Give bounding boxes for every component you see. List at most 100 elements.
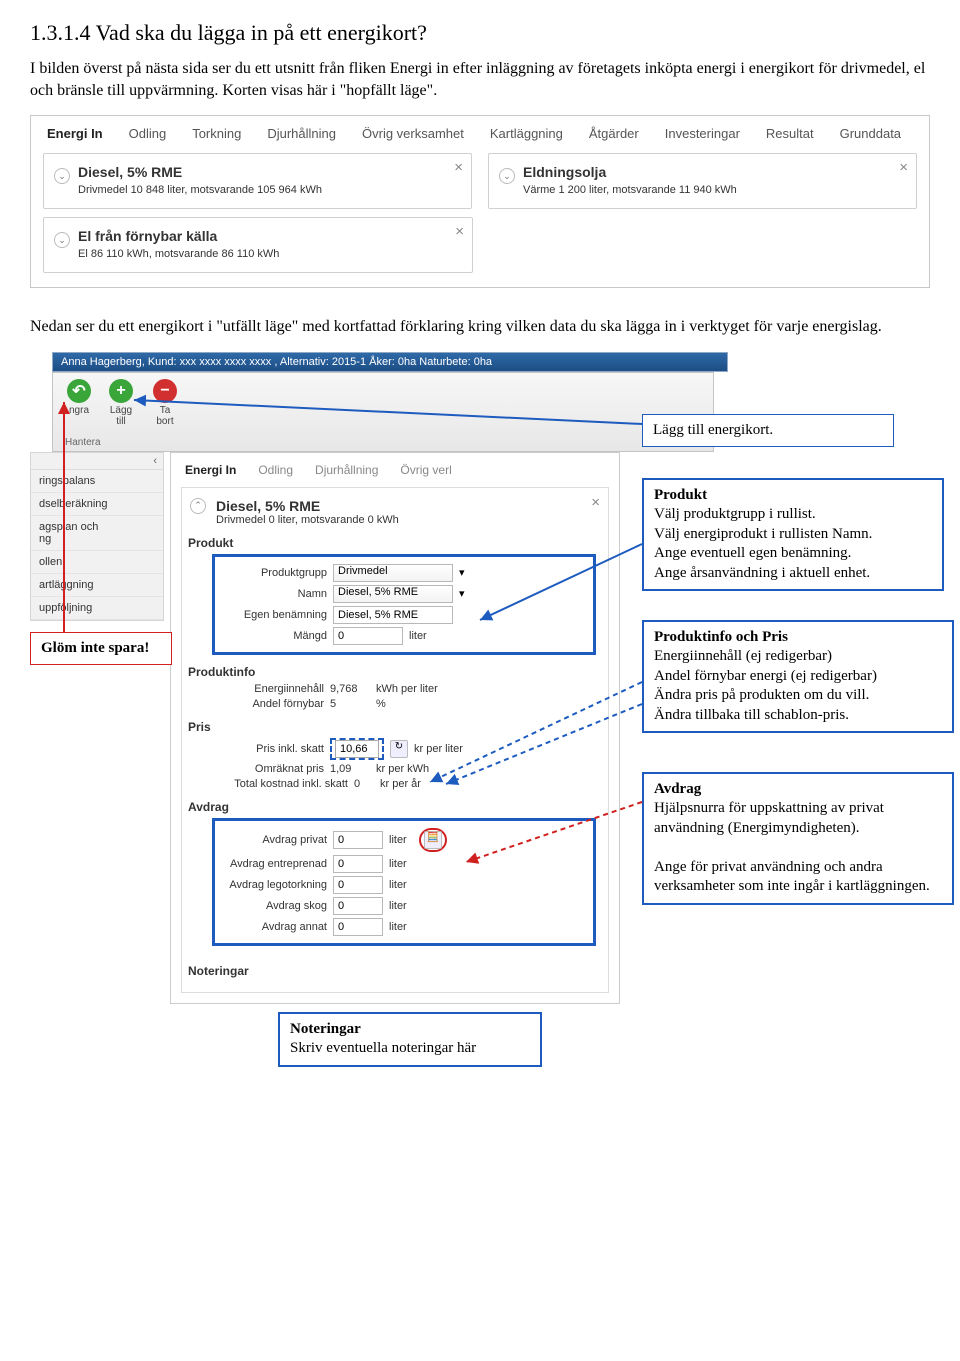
tab-torkning[interactable]: Torkning bbox=[192, 126, 241, 141]
omraknat-unit: kr per kWh bbox=[376, 763, 429, 775]
close-icon[interactable]: × bbox=[455, 224, 464, 239]
energiinnehall-unit: kWh per liter bbox=[376, 683, 438, 695]
callout-avdrag: Avdrag Hjälpsnurra för uppskattning av p… bbox=[642, 772, 954, 905]
tab-energi-in[interactable]: Energi In bbox=[185, 463, 236, 477]
sidebar-item[interactable]: dselberäkning bbox=[31, 493, 163, 516]
card-el-fornybar[interactable]: ⌄ × El från förnybar källa El 86 110 kWh… bbox=[43, 217, 473, 273]
chevron-down-icon[interactable]: ⌄ bbox=[54, 232, 70, 248]
close-icon[interactable]: × bbox=[899, 160, 908, 175]
section-produktinfo: Produktinfo bbox=[188, 665, 596, 679]
card-title: El från förnybar källa bbox=[78, 228, 458, 244]
tab-djurhallning[interactable]: Djurhållning bbox=[315, 463, 378, 477]
chevron-down-icon[interactable]: ⌄ bbox=[54, 168, 70, 184]
label-pris: Pris inkl. skatt bbox=[216, 743, 324, 755]
tab-resultat[interactable]: Resultat bbox=[766, 126, 814, 141]
form-card-subtitle: Drivmedel 0 liter, motsvarande 0 kWh bbox=[216, 514, 596, 526]
undo-icon: ↶ bbox=[67, 379, 91, 403]
callout-body: Hjälpsnurra för uppskattning av privat a… bbox=[654, 799, 942, 897]
avdrag-group-highlight: Avdrag privatliter 🧮 Avdrag entreprenadl… bbox=[212, 818, 596, 946]
add-button[interactable]: + Lägg till bbox=[101, 379, 141, 427]
sidebar-item[interactable]: ollen bbox=[31, 551, 163, 574]
remove-label: Ta bort bbox=[156, 405, 173, 427]
sidebar-item[interactable]: uppföljning bbox=[31, 597, 163, 620]
callout-body: Skriv eventuella noteringar här bbox=[290, 1039, 530, 1059]
avdrag-entreprenad-input[interactable] bbox=[333, 855, 383, 873]
avdrag-unit: liter bbox=[389, 834, 407, 846]
ribbon: ↶ ngra + Lägg till − Ta bort Hantera bbox=[52, 372, 714, 452]
label-produktgrupp: Produktgrupp bbox=[219, 567, 327, 579]
card-subtitle: El 86 110 kWh, motsvarande 86 110 kWh bbox=[78, 248, 458, 260]
undo-label: ngra bbox=[69, 405, 89, 416]
section-pris: Pris bbox=[188, 720, 596, 734]
close-icon[interactable]: × bbox=[454, 160, 463, 175]
doc-paragraph-2: Nedan ser du ett energikort i "utfällt l… bbox=[30, 316, 930, 338]
andel-unit: % bbox=[376, 698, 386, 710]
ribbon-section-label: Hantera bbox=[65, 437, 101, 448]
energiinnehall-value: 9,768 bbox=[330, 683, 370, 695]
callout-produkt: Produkt Välj produktgrupp i rullist. Väl… bbox=[642, 478, 944, 592]
undo-button[interactable]: ↶ ngra bbox=[59, 379, 99, 416]
tab-odling[interactable]: Odling bbox=[258, 463, 293, 477]
card-subtitle: Drivmedel 10 848 liter, motsvarande 105 … bbox=[78, 184, 457, 196]
tab-ovrig[interactable]: Övrig verksamhet bbox=[362, 126, 464, 141]
sidebar-item[interactable]: ringsbalans bbox=[31, 470, 163, 493]
avdrag-skog-input[interactable] bbox=[333, 897, 383, 915]
remove-button[interactable]: − Ta bort bbox=[145, 379, 185, 427]
callout-heading: Avdrag bbox=[654, 780, 942, 800]
form-card-title: Diesel, 5% RME bbox=[216, 498, 596, 514]
help-icon[interactable]: 🧮 bbox=[424, 831, 442, 849]
tab-kartlaggning[interactable]: Kartläggning bbox=[490, 126, 563, 141]
minus-icon: − bbox=[153, 379, 177, 403]
sidebar: ‹ ringsbalans dselberäkning agsplan och … bbox=[30, 452, 164, 621]
tab-ovrig[interactable]: Övrig verl bbox=[400, 463, 451, 477]
label-namn: Namn bbox=[219, 588, 327, 600]
callout-noteringar: Noteringar Skriv eventuella noteringar h… bbox=[278, 1012, 542, 1067]
chevron-down-icon[interactable]: ⌄ bbox=[499, 168, 515, 184]
card-title: Eldningsolja bbox=[523, 164, 902, 180]
egen-benamning-input[interactable] bbox=[333, 606, 453, 624]
card-diesel[interactable]: ⌄ × Diesel, 5% RME Drivmedel 10 848 lite… bbox=[43, 153, 472, 209]
tab-investeringar[interactable]: Investeringar bbox=[665, 126, 740, 141]
avdrag-annat-input[interactable] bbox=[333, 918, 383, 936]
mangd-input[interactable] bbox=[333, 627, 403, 645]
namn-select[interactable]: Diesel, 5% RME bbox=[333, 585, 453, 603]
label-andel: Andel förnybar bbox=[216, 698, 324, 710]
callout-laggtill: Lägg till energikort. bbox=[642, 414, 894, 448]
tab-atgarder[interactable]: Åtgärder bbox=[589, 126, 639, 141]
energy-form: Energi In Odling Djurhållning Övrig verl… bbox=[170, 452, 620, 1004]
annotated-screenshot: Anna Hagerberg, Kund: xxx xxxx xxxx xxxx… bbox=[30, 352, 930, 1082]
chevron-up-icon[interactable]: ⌃ bbox=[190, 498, 206, 514]
tab-energi-in[interactable]: Energi In bbox=[47, 126, 103, 141]
tab-grunddata[interactable]: Grunddata bbox=[840, 126, 901, 141]
avdrag-unit: liter bbox=[389, 921, 407, 933]
pris-input[interactable] bbox=[335, 740, 379, 758]
card-title: Diesel, 5% RME bbox=[78, 164, 457, 180]
sidebar-collapse[interactable]: ‹ bbox=[31, 453, 163, 470]
callout-body: Välj produktgrupp i rullist. Välj energi… bbox=[654, 505, 932, 583]
close-icon[interactable]: × bbox=[591, 494, 600, 511]
label-mangd: Mängd bbox=[219, 630, 327, 642]
card-eldningsolja[interactable]: ⌄ × Eldningsolja Värme 1 200 liter, mots… bbox=[488, 153, 917, 209]
window-titlebar: Anna Hagerberg, Kund: xxx xxxx xxxx xxxx… bbox=[52, 352, 728, 372]
avdrag-unit: liter bbox=[389, 858, 407, 870]
tab-djurhallning[interactable]: Djurhållning bbox=[267, 126, 336, 141]
produktgrupp-select[interactable]: Drivmedel bbox=[333, 564, 453, 582]
sidebar-item[interactable]: artläggning bbox=[31, 574, 163, 597]
app1-frame: Energi In Odling Torkning Djurhållning Ö… bbox=[30, 115, 930, 288]
callout-heading: Noteringar bbox=[290, 1020, 530, 1040]
product-group-highlight: Produktgrupp Drivmedel▾ Namn Diesel, 5% … bbox=[212, 554, 596, 655]
tab-odling[interactable]: Odling bbox=[129, 126, 167, 141]
label-avdrag-privat: Avdrag privat bbox=[219, 834, 327, 846]
label-energiinnehall: Energiinnehåll bbox=[216, 683, 324, 695]
doc-heading: 1.3.1.4 Vad ska du lägga in på ett energ… bbox=[30, 20, 930, 46]
omraknat-value: 1,09 bbox=[330, 763, 370, 775]
totalkostnad-unit: kr per år bbox=[380, 778, 421, 790]
card-subtitle: Värme 1 200 liter, motsvarande 11 940 kW… bbox=[523, 184, 902, 196]
avdrag-privat-input[interactable] bbox=[333, 831, 383, 849]
help-icon-circle: 🧮 bbox=[419, 828, 447, 852]
callout-produktinfo: Produktinfo och Pris Energiinnehåll (ej … bbox=[642, 620, 954, 734]
refresh-icon[interactable]: ↻ bbox=[390, 740, 408, 758]
andel-value: 5 bbox=[330, 698, 370, 710]
sidebar-item[interactable]: agsplan och ng bbox=[31, 516, 163, 551]
avdrag-legotorkning-input[interactable] bbox=[333, 876, 383, 894]
